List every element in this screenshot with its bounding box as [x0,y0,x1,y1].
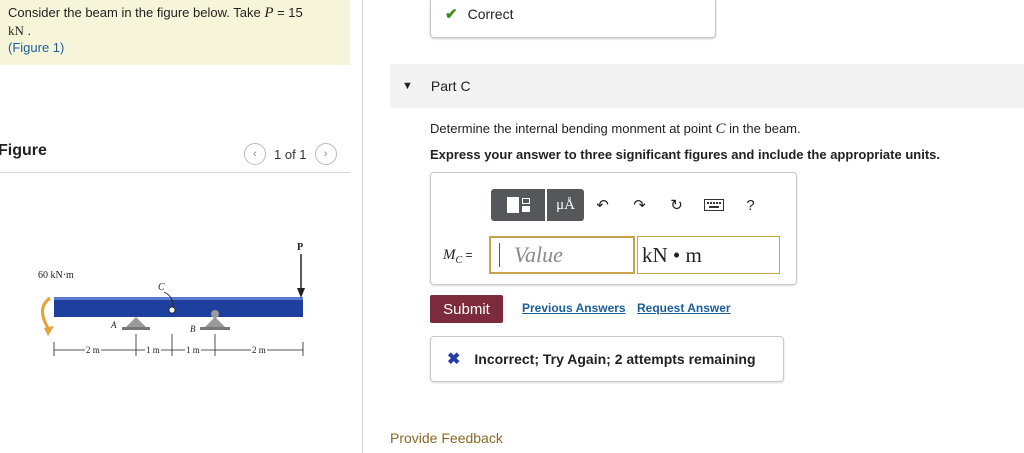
support-b-roller [211,310,219,318]
help-button[interactable]: ? [732,189,769,221]
point-c-label: C [158,282,165,293]
previous-answers-link[interactable]: Previous Answers [522,301,626,315]
answer-variable-label: MC = [443,247,473,266]
undo-icon[interactable]: ↶ [584,189,621,221]
redo-icon[interactable]: ↷ [621,189,658,221]
figure-pager: ‹ 1 of 1 › [244,143,337,165]
template-fraction-icon [521,198,530,212]
chevron-right-icon[interactable]: › [314,143,337,165]
caret-down-icon: ▼ [402,80,413,92]
beam-figure: 60 kN·m P C A B 2 m 1 m 1 m 2 m [38,242,305,356]
part-c-header[interactable]: ▼ Part C [390,64,1024,108]
chevron-left-icon[interactable]: ‹ [244,143,266,165]
answer-eq: = [462,248,473,262]
request-answer-link[interactable]: Request Answer [637,301,731,315]
templates-icon[interactable] [491,189,545,221]
problem-period: . [23,23,32,38]
correct-text: Correct [467,6,514,22]
incorrect-feedback: ✖ Incorrect; Try Again; 2 attempts remai… [430,336,784,382]
dim-label: 2 m [86,345,100,355]
point-b-label: B [190,324,196,334]
problem-value: = 15 [273,5,303,20]
dim-label: 1 m [186,345,200,355]
pager-label: 1 of 1 [274,146,307,162]
support-a [126,317,146,327]
reset-icon[interactable]: ↻ [658,189,695,221]
x-mark-icon: ✖ [447,351,461,368]
panel-divider [362,0,363,453]
part-label: Part C [430,78,471,94]
question-text: Determine the internal bending monment a… [430,121,716,136]
value-input[interactable] [514,242,624,268]
problem-unit: kN [8,23,24,38]
figure-title: Figure [0,142,47,159]
question-instruction: Express your answer to three significant… [430,147,940,162]
text-caret [499,243,500,267]
correct-feedback: ✔ Correct [430,0,716,38]
keyboard-icon[interactable] [695,189,732,221]
beam-edge [54,297,303,300]
keyboard-glyph [703,199,724,211]
problem-text: Consider the beam in the figure below. T… [8,5,265,20]
problem-statement: Consider the beam in the figure below. T… [0,0,350,65]
dim-label: 2 m [252,345,266,355]
math-toolbar: μÅ ↶ ↷ ↻ ? [491,189,769,221]
support-a-base [122,327,150,330]
question-text-end: in the beam. [725,121,801,136]
moment-arrow [41,296,51,329]
submit-button[interactable]: Submit [430,295,503,323]
template-block-icon [506,197,519,213]
moment-label: 60 kN·m [38,270,74,281]
answer-var: M [443,247,456,263]
value-field[interactable] [489,236,635,274]
support-b-base [200,327,230,330]
moment-arrowhead [44,326,54,336]
answer-box: μÅ ↶ ↷ ↻ ? MC = kN • m [430,172,797,285]
checkmark-icon: ✔ [445,6,458,23]
units-button[interactable]: μÅ [547,189,584,221]
question-var: C [715,121,726,137]
load-label: P [297,242,303,253]
figure-link[interactable]: (Figure 1) [8,40,64,55]
question-prompt: Determine the internal bending monment a… [430,121,801,138]
figure-divider [0,172,350,173]
point-a-label: A [110,320,117,330]
load-arrowhead [297,288,305,298]
units-field[interactable]: kN • m [637,236,780,274]
provide-feedback-link[interactable]: Provide Feedback [390,430,503,446]
point-c-marker [168,306,176,314]
dim-label: 1 m [146,345,160,355]
incorrect-text: Incorrect; Try Again; 2 attempts remaini… [474,351,756,367]
support-b [205,317,225,327]
